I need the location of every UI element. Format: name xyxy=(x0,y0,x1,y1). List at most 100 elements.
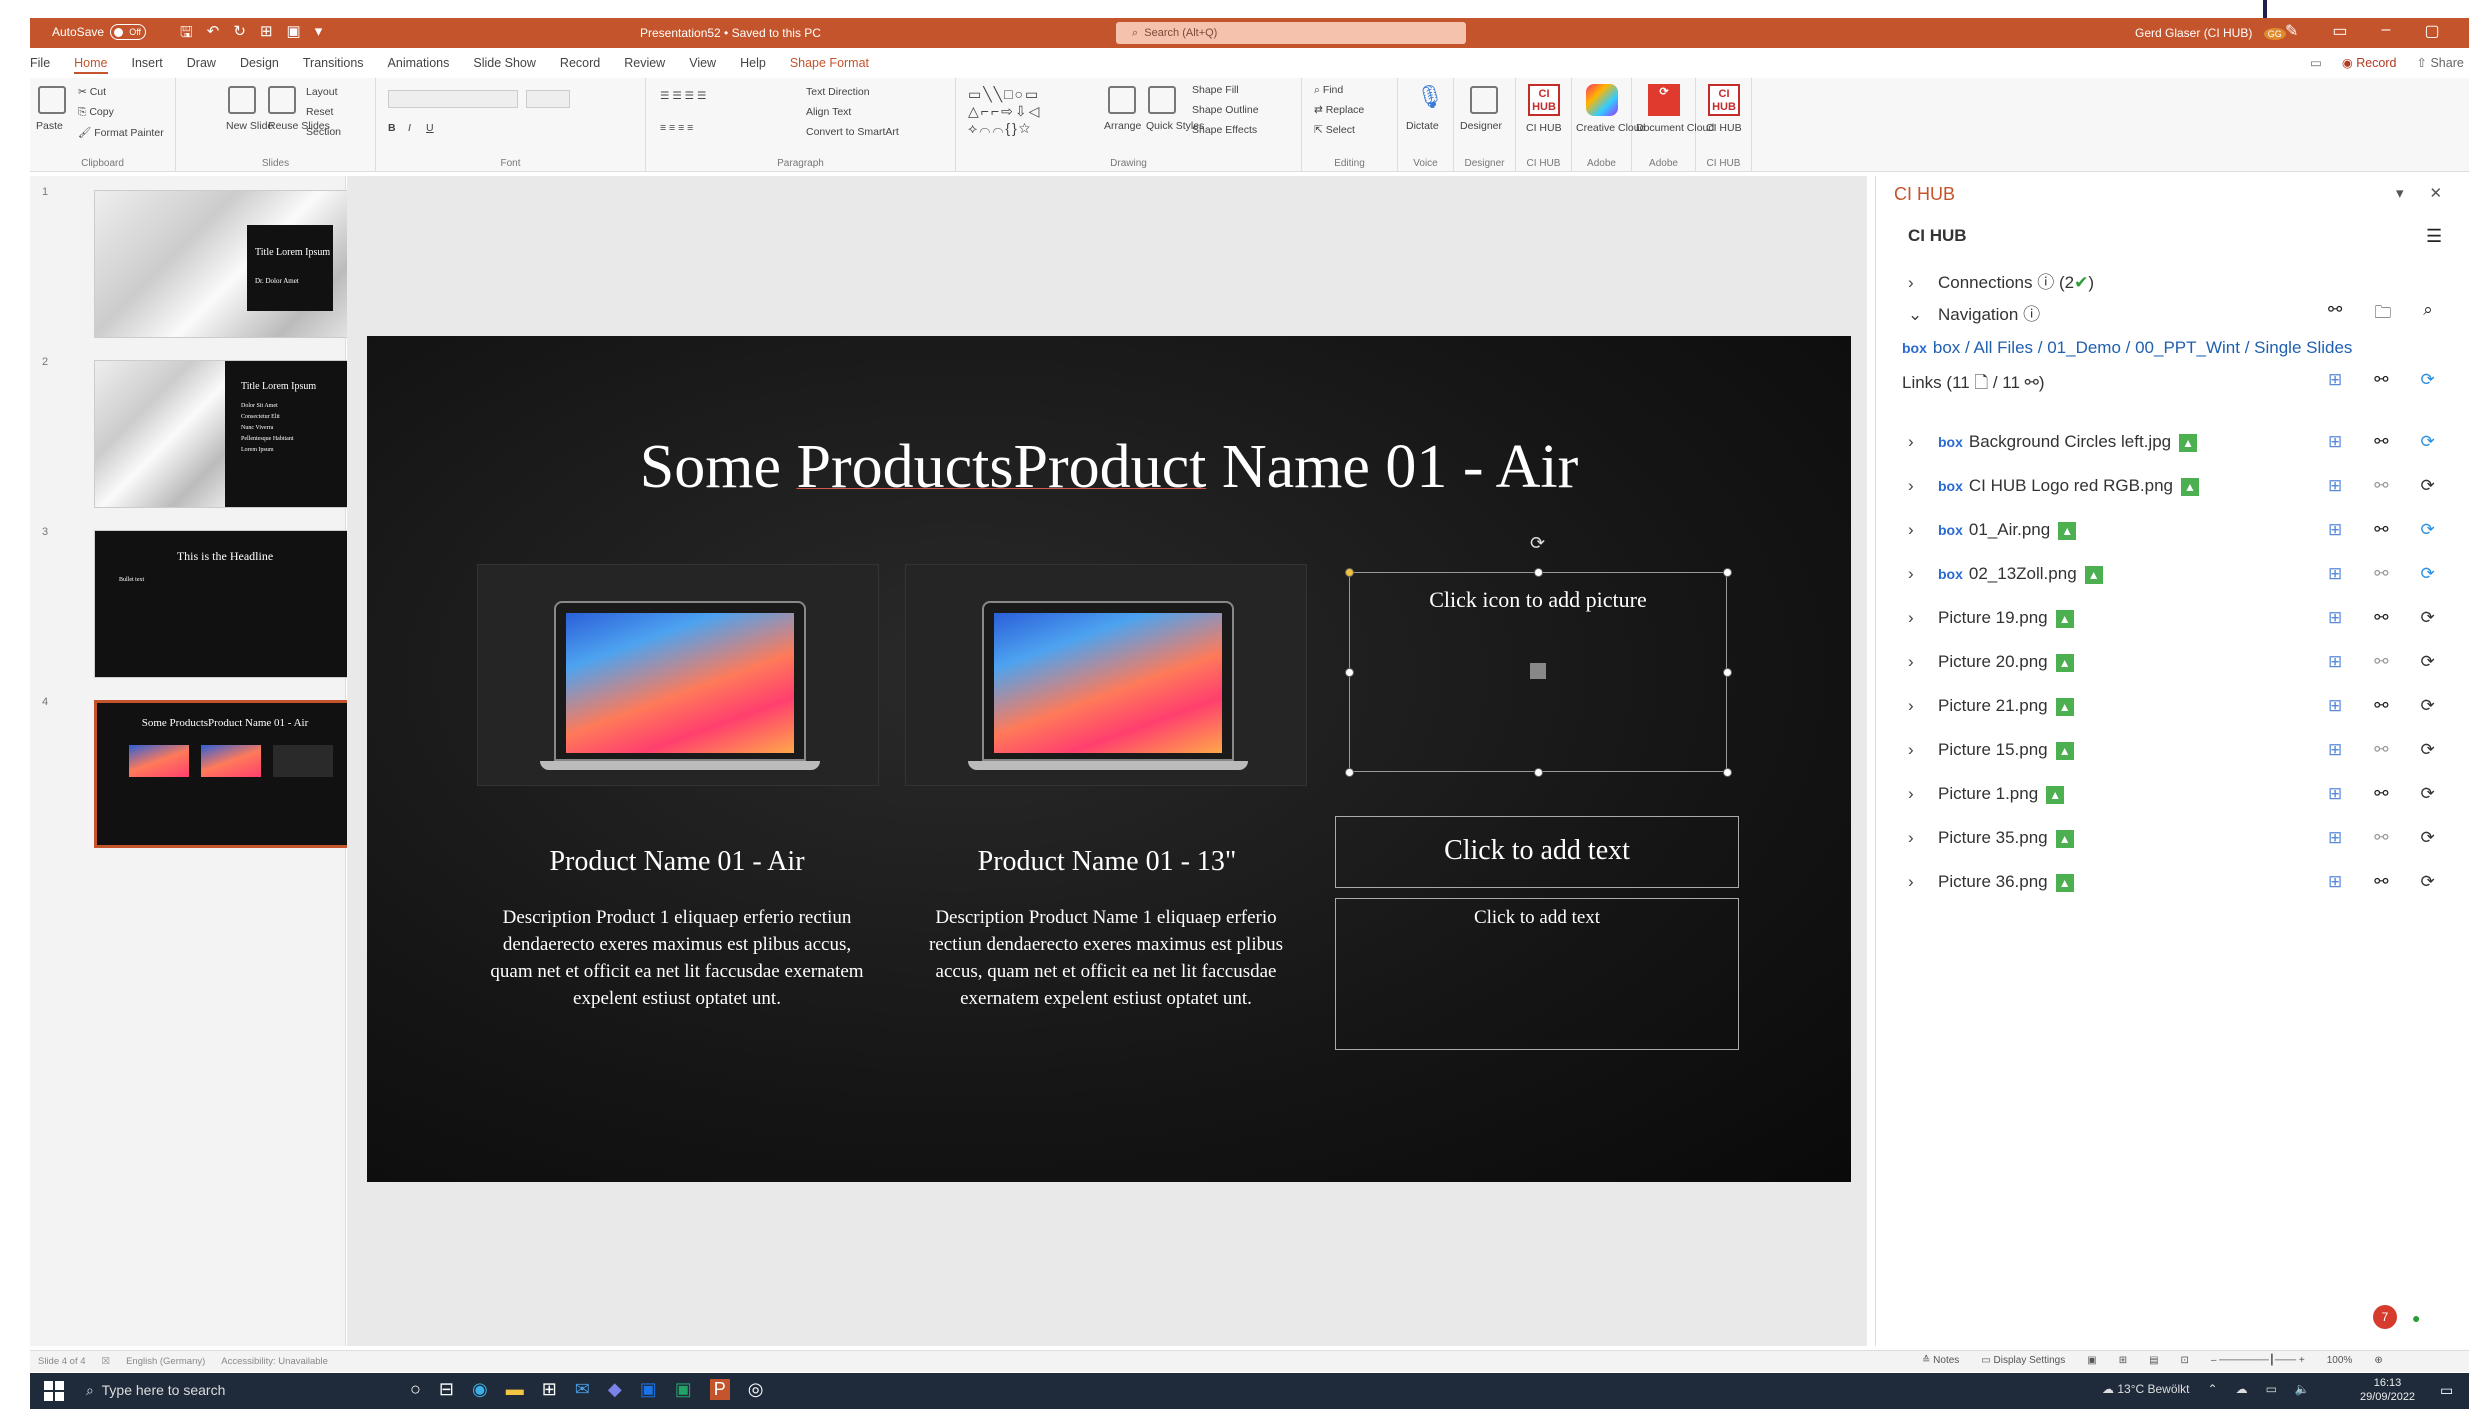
record-button[interactable]: ◉ Record xyxy=(2342,55,2397,70)
refresh-icon[interactable]: ⟳ xyxy=(2421,696,2435,716)
text-placeholder-body[interactable]: Click to add text xyxy=(1335,898,1739,1050)
chevron-right-icon[interactable]: › xyxy=(1908,740,1938,760)
add-icon[interactable]: ⊞ xyxy=(2328,432,2342,452)
chevron-right-icon[interactable]: › xyxy=(1908,520,1938,540)
creative-cloud-icon[interactable] xyxy=(1586,84,1618,116)
link-item[interactable]: › box 01_Air.png ▲ xyxy=(1908,520,2077,540)
cihub-logo-icon[interactable]: CI HUB xyxy=(1528,84,1560,116)
select-button[interactable]: ⇱ Select xyxy=(1314,124,1355,136)
notes-button[interactable]: ≙ Notes xyxy=(1922,1355,1959,1366)
slide-title[interactable]: Some ProductsProduct Name 01 - Air xyxy=(367,432,1851,503)
link-item[interactable]: › Picture 21.png ▲ xyxy=(1908,696,2074,716)
ribbon-display-icon[interactable]: ▭ xyxy=(2332,21,2347,41)
link-icon[interactable]: ⚯ xyxy=(2374,784,2388,804)
link-item[interactable]: › Picture 15.png ▲ xyxy=(1908,740,2074,760)
app-icon[interactable]: ◎ xyxy=(748,1379,764,1400)
product-image-1[interactable] xyxy=(477,564,879,786)
add-icon[interactable]: ⊞ xyxy=(2328,564,2342,584)
accessibility-status[interactable]: Accessibility: Unavailable xyxy=(221,1356,328,1367)
picture-placeholder[interactable]: Click icon to add picture ⟳ xyxy=(1345,533,1732,777)
windows-start-icon[interactable] xyxy=(44,1381,64,1401)
redo-icon[interactable]: ↻ xyxy=(233,22,246,47)
add-icon[interactable]: ⊞ xyxy=(2328,872,2342,892)
tab-file[interactable]: File xyxy=(30,56,50,74)
excel-icon[interactable]: ▣ xyxy=(675,1379,692,1400)
refresh-icon[interactable]: ⟳ xyxy=(2421,828,2435,848)
tab-draw[interactable]: Draw xyxy=(187,56,216,74)
resize-handle[interactable] xyxy=(1345,768,1354,777)
avatar[interactable]: GG xyxy=(2263,28,2286,40)
tab-slide-show[interactable]: Slide Show xyxy=(473,56,536,74)
file-explorer-icon[interactable]: ▬ xyxy=(506,1379,524,1400)
mail-app-icon[interactable]: ✉ xyxy=(575,1379,590,1400)
link-item[interactable]: › Picture 19.png ▲ xyxy=(1908,608,2074,628)
tab-transitions[interactable]: Transitions xyxy=(303,56,364,74)
qat-more-icon[interactable]: ▾ xyxy=(315,22,323,47)
link-icon[interactable]: ⚯ xyxy=(2374,476,2388,496)
bold-button[interactable]: B xyxy=(388,122,396,134)
refresh-icon[interactable]: ⟳ xyxy=(2421,476,2435,496)
add-icon[interactable]: ⊞ xyxy=(2328,784,2342,804)
resize-handle[interactable] xyxy=(1345,668,1354,677)
add-icon[interactable]: ⊞ xyxy=(2328,828,2342,848)
copy-button[interactable]: ⎘ Copy xyxy=(78,106,114,119)
tab-animations[interactable]: Animations xyxy=(388,56,450,74)
outlook-icon[interactable]: ▣ xyxy=(640,1379,657,1400)
resize-handle[interactable] xyxy=(1723,768,1732,777)
info-icon[interactable]: ⓘ xyxy=(2037,273,2054,292)
link-icon[interactable]: ⚯ xyxy=(2374,696,2388,716)
slideshow-icon[interactable]: ⊡ xyxy=(2181,1355,2189,1366)
chevron-right-icon[interactable]: › xyxy=(1908,564,1938,584)
add-icon[interactable]: ⊞ xyxy=(2328,652,2342,672)
tab-review[interactable]: Review xyxy=(624,56,665,74)
slide-thumbnail-2[interactable]: Title Lorem Ipsum Dolor Sit Amet Consect… xyxy=(94,360,356,508)
refresh-icon[interactable]: ⟳ xyxy=(2421,652,2435,672)
store-icon[interactable]: ⊞ xyxy=(542,1379,557,1400)
tab-insert[interactable]: Insert xyxy=(132,56,163,74)
autosave-toggle[interactable]: AutoSave Off xyxy=(52,24,147,40)
link-icon[interactable]: ⚯ xyxy=(2374,872,2388,892)
tab-record[interactable]: Record xyxy=(560,56,600,74)
widgets-icon[interactable]: ⊟ xyxy=(439,1379,454,1400)
normal-view-icon[interactable]: ▣ xyxy=(2087,1355,2096,1366)
insert-picture-icon[interactable] xyxy=(1530,663,1546,679)
arrange-button[interactable]: Arrange xyxy=(1104,120,1141,132)
link-icon[interactable]: ⚯ xyxy=(2374,520,2388,540)
chevron-down-icon[interactable]: ⌄ xyxy=(1908,305,1938,325)
user-account[interactable]: Gerd Glaser (CI HUB) GG xyxy=(2135,26,2286,40)
refresh-icon[interactable]: ⟳ xyxy=(2421,784,2435,804)
fit-slide-icon[interactable]: ⊕ xyxy=(2374,1355,2382,1366)
resize-handle[interactable] xyxy=(1723,668,1732,677)
taskbar-search[interactable]: ⌕ Type here to search xyxy=(86,1382,225,1399)
quick-styles-icon[interactable] xyxy=(1148,86,1176,114)
refresh-icon[interactable]: ⟳ xyxy=(2421,608,2435,628)
tray-chevron-icon[interactable]: ⌃ xyxy=(2208,1382,2218,1396)
task-view-icon[interactable]: ○ xyxy=(410,1379,421,1400)
layout-button[interactable]: Layout xyxy=(306,86,338,98)
format-painter-button[interactable]: 🖌 Format Painter xyxy=(78,126,164,139)
edge-icon[interactable]: ◉ xyxy=(472,1379,488,1400)
dictate-button[interactable]: Dictate xyxy=(1406,120,1439,132)
folder-icon[interactable]: 🗀 xyxy=(2374,300,2391,329)
refresh-icon[interactable]: ⟳ xyxy=(2421,564,2435,584)
link-item[interactable]: › box CI HUB Logo red RGB.png ▲ xyxy=(1908,476,2199,496)
slide-thumbnail-4[interactable]: Some ProductsProduct Name 01 - Air xyxy=(94,700,356,848)
acrobat-icon[interactable]: ⟳ xyxy=(1648,84,1680,116)
chevron-right-icon[interactable]: › xyxy=(1908,273,1938,293)
tab-shape-format[interactable]: Shape Format xyxy=(790,56,869,74)
text-placeholder-title[interactable]: Click to add text xyxy=(1335,816,1739,888)
rotate-handle-icon[interactable]: ⟳ xyxy=(1530,533,1545,554)
resize-handle[interactable] xyxy=(1534,768,1543,777)
link-item[interactable]: › box 02_13Zoll.png ▲ xyxy=(1908,564,2103,584)
link-icon[interactable]: ⚯ xyxy=(2374,608,2388,628)
panel-options-icon[interactable]: ▾ xyxy=(2396,184,2404,202)
slide-thumbnail-3[interactable]: This is the Headline Bullet text xyxy=(94,530,356,678)
link-icon[interactable]: ⚯ xyxy=(2374,564,2388,584)
user-icon[interactable]: ● xyxy=(2412,1310,2420,1326)
breadcrumb[interactable]: box box / All Files / 01_Demo / 00_PPT_Wi… xyxy=(1902,338,2352,358)
link-icon[interactable]: ⚯ xyxy=(2374,652,2388,672)
refresh-icon[interactable]: ⟳ xyxy=(2421,370,2435,390)
share-button[interactable]: ⇧ Share xyxy=(2417,55,2464,70)
notification-badge[interactable]: 7 xyxy=(2373,1305,2397,1329)
text-direction-button[interactable]: Text Direction xyxy=(806,86,870,98)
